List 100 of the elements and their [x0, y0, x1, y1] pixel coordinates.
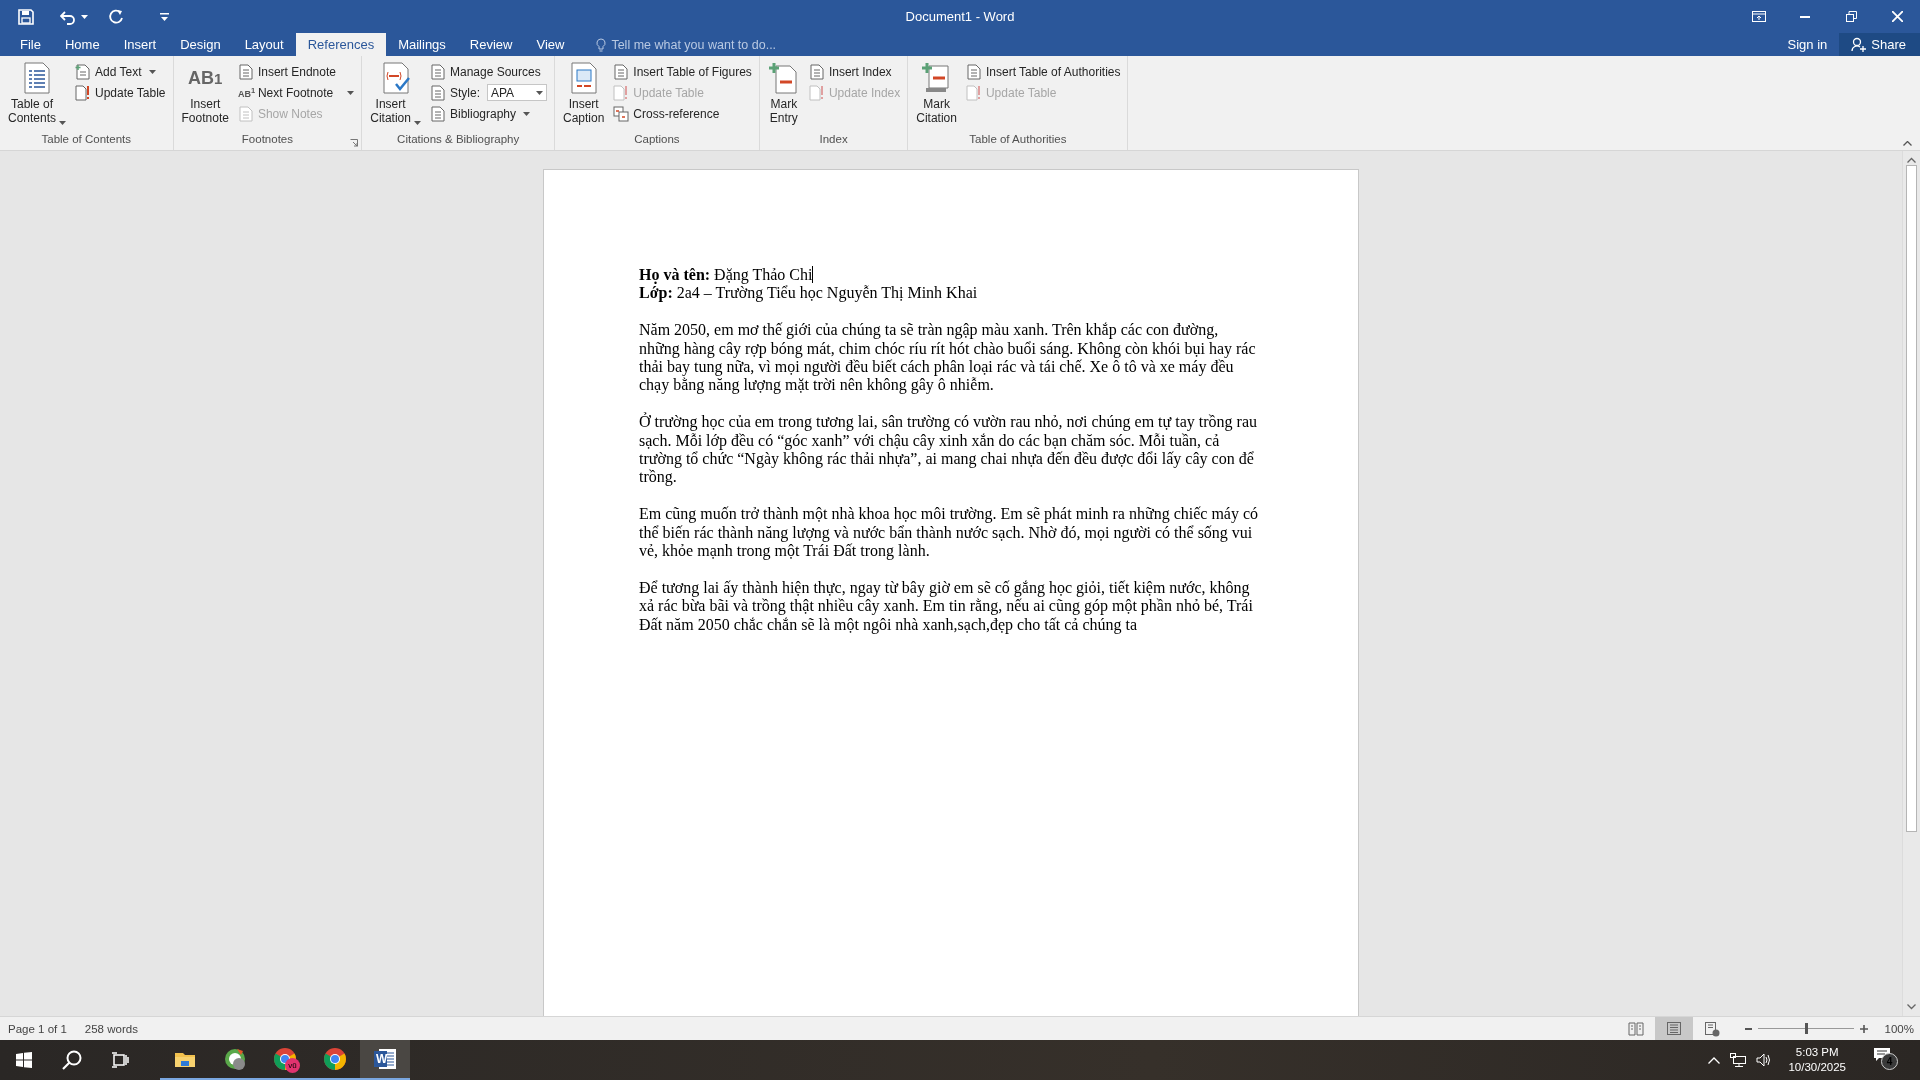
- document-list-icon: [21, 62, 53, 94]
- print-layout-button[interactable]: [1655, 1017, 1693, 1040]
- zoom-out-button[interactable]: [1745, 1027, 1752, 1030]
- chrome-icon: [323, 1047, 347, 1071]
- print-layout-icon: [1666, 1020, 1682, 1037]
- taskbar-app-button[interactable]: vũ: [260, 1040, 310, 1080]
- group-label: Citations & Bibliography: [397, 133, 520, 147]
- person-add-icon: [1851, 37, 1867, 52]
- clock-date: 10/30/2025: [1788, 1060, 1846, 1075]
- share-button[interactable]: Share: [1839, 33, 1920, 56]
- ribbon-tab[interactable]: Insert: [111, 33, 169, 56]
- dialog-launcher-button[interactable]: [350, 139, 359, 147]
- ribbon-display-icon: [1752, 11, 1766, 22]
- page-count: Page 1 of 1: [8, 1022, 67, 1035]
- word-letter: W: [376, 1052, 388, 1066]
- bibliography-icon: [429, 105, 446, 122]
- ribbon-button[interactable]: AB$^{1}$ Next Footnote: [235, 83, 357, 102]
- minus-icon: [1745, 1027, 1752, 1030]
- paragraph: Họ và tên: Đặng Thảo Chi: [639, 266, 815, 285]
- ribbon-tab[interactable]: File: [8, 33, 53, 56]
- network-icon: [1730, 1053, 1747, 1067]
- style-icon: [429, 84, 446, 101]
- ribbon-tab[interactable]: Design: [168, 33, 233, 56]
- scroll-up-icon: [1907, 157, 1916, 163]
- ribbon-tab[interactable]: Mailings: [386, 33, 458, 56]
- group-label: Index: [819, 133, 848, 147]
- customize-icon: [160, 12, 169, 21]
- style-dropdown[interactable]: APA: [487, 84, 547, 101]
- ribbon-button[interactable]: Table of Contents: [5, 60, 70, 133]
- table-of-figures-icon: [613, 63, 630, 80]
- notification-count: 4: [1881, 1053, 1898, 1070]
- ribbon-button[interactable]: Insert Caption: [560, 60, 608, 133]
- ribbon-button[interactable]: Mark Entry: [764, 60, 803, 133]
- ribbon-button[interactable]: Bibliography: [427, 104, 549, 123]
- ribbon-button[interactable]: Insert Table of Figures: [611, 62, 754, 81]
- scroll-thumb[interactable]: [1906, 165, 1917, 832]
- paragraph: Em cũng muốn trở thành một nhà khoa học môi trường. Em sẽ phát minh ra những chiếc máy có thể biến rác thành năng lượng và nước bẩn thành nước sạch. Nhờ đó, mọi người có thể sống vui vẻ, khỏe mạnh trong một Trái Đất trong lành.: [639, 505, 1260, 561]
- close-icon: [1891, 11, 1903, 22]
- paragraph: Để tương lai ấy thành hiện thực, ngay từ bây giờ em sẽ cố gắng học giỏi, tiết kiệm nước, không xả rác bừa bãi và trồng thật nhiều cây xanh. Em tin rằng, nếu ai cũng góp một phần nhỏ bé, Trái Đất năm 2050 chắc chắn sẽ là một ngôi nhà xanh,sạch,đẹp cho tất cả chúng ta: [639, 578, 1254, 635]
- group-label: Captions: [634, 133, 680, 147]
- windows-icon: [16, 1052, 32, 1068]
- ribbon-button[interactable]: Cross-reference: [611, 104, 754, 123]
- group-label: Footnotes: [241, 133, 293, 147]
- mark-entry-icon: [767, 62, 800, 94]
- cross-reference-icon: [613, 105, 630, 122]
- caret-icon: [81, 14, 88, 19]
- zoom-in-button[interactable]: [1860, 1024, 1868, 1033]
- paragraph: Năm 2050, em mơ thế giới của chúng ta sẽ tràn ngập màu xanh. Trên khắp các con đường, những hàng cây rợp bóng mát, chim chóc ríu rít hót chào buổi sáng. Không còn khói bụi hay rác thải bay tung nữa, vì mọi người đều biết cách phân loại rác và tái chế. Xe ô tô và xe máy đều chạy bằng năng lượng mặt trời nên không gây ô nhiễm.: [639, 321, 1257, 395]
- zoom-level[interactable]: 100%: [1874, 1022, 1920, 1035]
- style-label: Style:: [449, 85, 480, 100]
- launcher-icon: [350, 139, 359, 147]
- ribbon-button[interactable]: Manage Sources: [427, 62, 549, 81]
- ribbon-tab[interactable]: Home: [52, 33, 112, 56]
- ribbon-tab[interactable]: Review: [457, 33, 525, 56]
- collapse-ribbon-button[interactable]: [1903, 141, 1912, 146]
- insert-index-icon: [808, 63, 825, 80]
- zoom-slider-thumb[interactable]: [1804, 1023, 1808, 1034]
- ribbon-button[interactable]: Mark Citation: [913, 60, 960, 133]
- manage-sources-icon: [429, 63, 446, 80]
- task-view-icon: [111, 1052, 129, 1068]
- restore-icon: [1845, 11, 1857, 22]
- web-layout-icon: [1704, 1020, 1720, 1037]
- ribbon-button[interactable]: Update Table: [73, 83, 168, 102]
- profile-badge: vũ: [285, 1058, 300, 1073]
- sign-in-link[interactable]: Sign in: [1787, 37, 1828, 52]
- table-of-authorities-icon: [965, 63, 982, 80]
- read-mode-icon: [1628, 1020, 1644, 1037]
- ribbon-button[interactable]: Insert Endnote: [235, 62, 357, 81]
- taskbar-app-button[interactable]: W: [360, 1040, 410, 1080]
- ribbon-button[interactable]: Insert Table of Authorities: [963, 62, 1123, 81]
- plus-icon: [1860, 1024, 1868, 1033]
- chevron-up-icon: [1903, 141, 1912, 146]
- volume-icon: [1756, 1053, 1773, 1067]
- app-icon: [223, 1047, 247, 1071]
- word-count: 258 words: [84, 1022, 138, 1035]
- group-label: Table of Contents: [41, 133, 131, 147]
- paragraph: Ở trường học của em trong tương lai, sân trường có vườn rau nhỏ, nơi chúng em tự tay trồng rau sạch. Mỗi lớp đều có “góc xanh” với chậu cây xinh xắn do các bạn chăm sóc. Mỗi tuần, cả trường tổ chức “Ngày không rác thải nhựa”, ai mang chai nhựa đến đều được đổi lấy cây con để trồng.: [639, 413, 1258, 487]
- save-icon: [18, 8, 34, 25]
- add-text-icon: [75, 63, 92, 80]
- update-table-icon: [965, 84, 982, 101]
- window-title: Document1 - Word: [905, 9, 1015, 24]
- minimize-icon: [1800, 15, 1810, 18]
- chevron-up-icon: [1708, 1056, 1721, 1064]
- group-label: Table of Authorities: [969, 133, 1067, 147]
- redo-icon: [108, 8, 124, 25]
- update-table-icon: [613, 84, 630, 101]
- ribbon-tab[interactable]: Layout: [232, 33, 296, 56]
- paragraph: Lớp: 2a4 – Trường Tiểu học Nguyễn Thị Minh Khai: [639, 284, 979, 303]
- search-icon: [62, 1050, 82, 1070]
- lightbulb-icon: [596, 37, 607, 52]
- ribbon-button[interactable]: Insert Index: [806, 62, 903, 81]
- ribbon-tab[interactable]: References: [295, 33, 387, 56]
- ribbon-tab[interactable]: View: [524, 33, 577, 56]
- ribbon-button[interactable]: Add Text: [73, 62, 168, 81]
- show-notes-icon: [237, 105, 254, 122]
- clock-time: 5:03 PM: [1795, 1045, 1839, 1060]
- tell-me-search[interactable]: Tell me what you want to do...: [611, 37, 777, 52]
- update-index-icon: [808, 84, 825, 101]
- scroll-down-icon: [1907, 1004, 1916, 1010]
- ribbon-button[interactable]: Insert Citation: [367, 60, 424, 133]
